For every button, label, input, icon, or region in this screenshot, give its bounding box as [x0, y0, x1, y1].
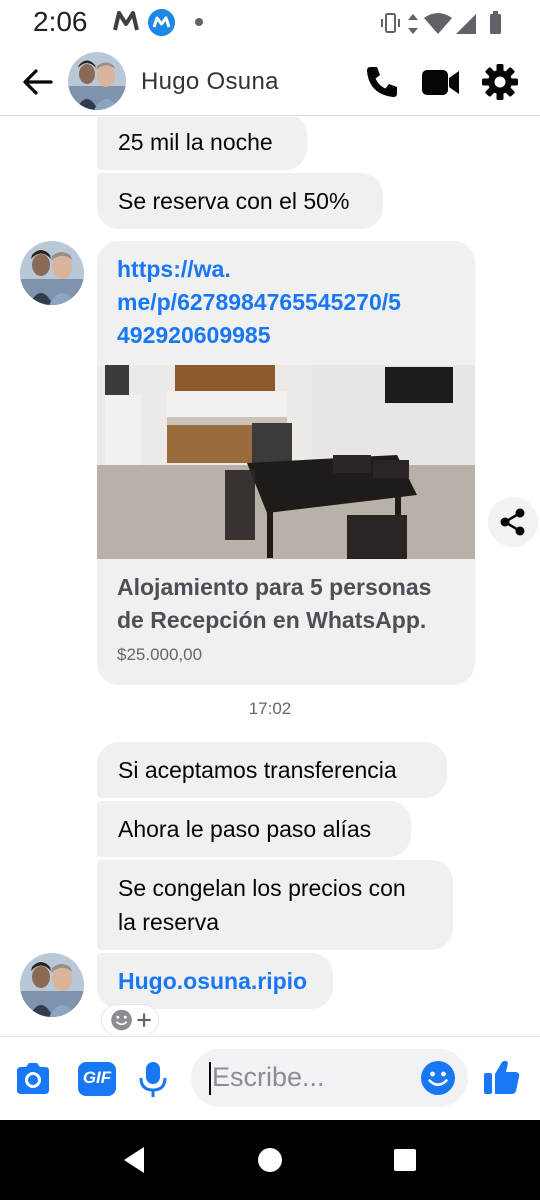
message-timestamp: 17:02: [248, 699, 292, 718]
message-text: 25 mil la noche: [118, 129, 273, 155]
shared-link[interactable]: https://wa. me/p/6278984765545270/5 4929…: [117, 253, 462, 352]
camera-icon[interactable]: [13, 1059, 53, 1099]
emoji-icon[interactable]: [420, 1060, 456, 1096]
input-placeholder: Escribe...: [212, 1062, 325, 1092]
phone-icon[interactable]: [362, 62, 402, 102]
home-nav-icon[interactable]: [252, 1142, 288, 1178]
message-bubble[interactable]: Ahora le paso paso alías: [97, 801, 411, 857]
message-bubble[interactable]: Se congelan los precios con la reserva: [97, 860, 453, 950]
conversation-header: Hugo Osuna: [0, 48, 540, 116]
movistar-icon: [148, 9, 175, 36]
status-indicators: [381, 11, 501, 34]
share-icon[interactable]: [488, 497, 538, 547]
wifi-icon: [424, 13, 452, 34]
sender-avatar[interactable]: [20, 953, 84, 1017]
data-arrows-icon: [408, 14, 418, 34]
recents-nav-icon[interactable]: [387, 1142, 423, 1178]
message-text-line: la reserva: [118, 909, 219, 935]
notification-dot-icon: [195, 18, 203, 26]
add-reaction-button[interactable]: [101, 1004, 159, 1035]
link-preview-image[interactable]: [97, 365, 475, 559]
contact-name[interactable]: Hugo Osuna: [141, 68, 279, 96]
message-bubble[interactable]: Se reserva con el 50%: [97, 173, 383, 229]
system-navigation-bar: [0, 1120, 540, 1200]
m-logo-icon: [113, 11, 139, 31]
message-text[interactable]: Hugo.osuna.ripio: [118, 968, 307, 994]
message-text: Si aceptamos transferencia: [118, 757, 397, 783]
message-text: Se reserva con el 50%: [118, 188, 350, 214]
sender-avatar[interactable]: [20, 241, 84, 305]
link-title[interactable]: Alojamiento para 5 personas de Recepción…: [117, 571, 462, 637]
gif-button[interactable]: GIF: [78, 1062, 116, 1096]
vibrate-icon: [381, 13, 400, 33]
back-arrow-icon[interactable]: [18, 62, 58, 102]
contact-avatar[interactable]: [68, 52, 126, 110]
text-cursor: [209, 1062, 211, 1095]
message-bubble[interactable]: Si aceptamos transferencia: [97, 742, 447, 798]
message-bubble[interactable]: Hugo.osuna.ripio: [97, 953, 333, 1009]
message-text: Ahora le paso paso alías: [118, 816, 372, 842]
signal-icon: [456, 14, 476, 34]
link-price: $25.000,00: [117, 645, 203, 664]
thumbs-up-icon[interactable]: [482, 1057, 522, 1097]
gear-icon[interactable]: [480, 62, 520, 102]
microphone-icon[interactable]: [133, 1059, 173, 1099]
status-time: 2:06: [33, 6, 88, 37]
back-nav-icon[interactable]: [116, 1142, 152, 1178]
message-thread[interactable]: 25 mil la noche Se reserva con el 50% ht…: [0, 117, 540, 1035]
message-composer: GIF Escribe...: [0, 1036, 540, 1120]
battery-icon: [490, 14, 501, 34]
message-text-line: Se congelan los precios con: [118, 875, 406, 901]
gif-icon: GIF: [82, 1068, 112, 1087]
message-input[interactable]: Escribe...: [191, 1049, 468, 1107]
video-camera-icon[interactable]: [421, 62, 461, 102]
message-bubble[interactable]: 25 mil la noche: [97, 117, 307, 170]
link-preview-card[interactable]: https://wa. me/p/6278984765545270/5 4929…: [97, 241, 475, 685]
status-bar: 2:06: [0, 0, 540, 48]
